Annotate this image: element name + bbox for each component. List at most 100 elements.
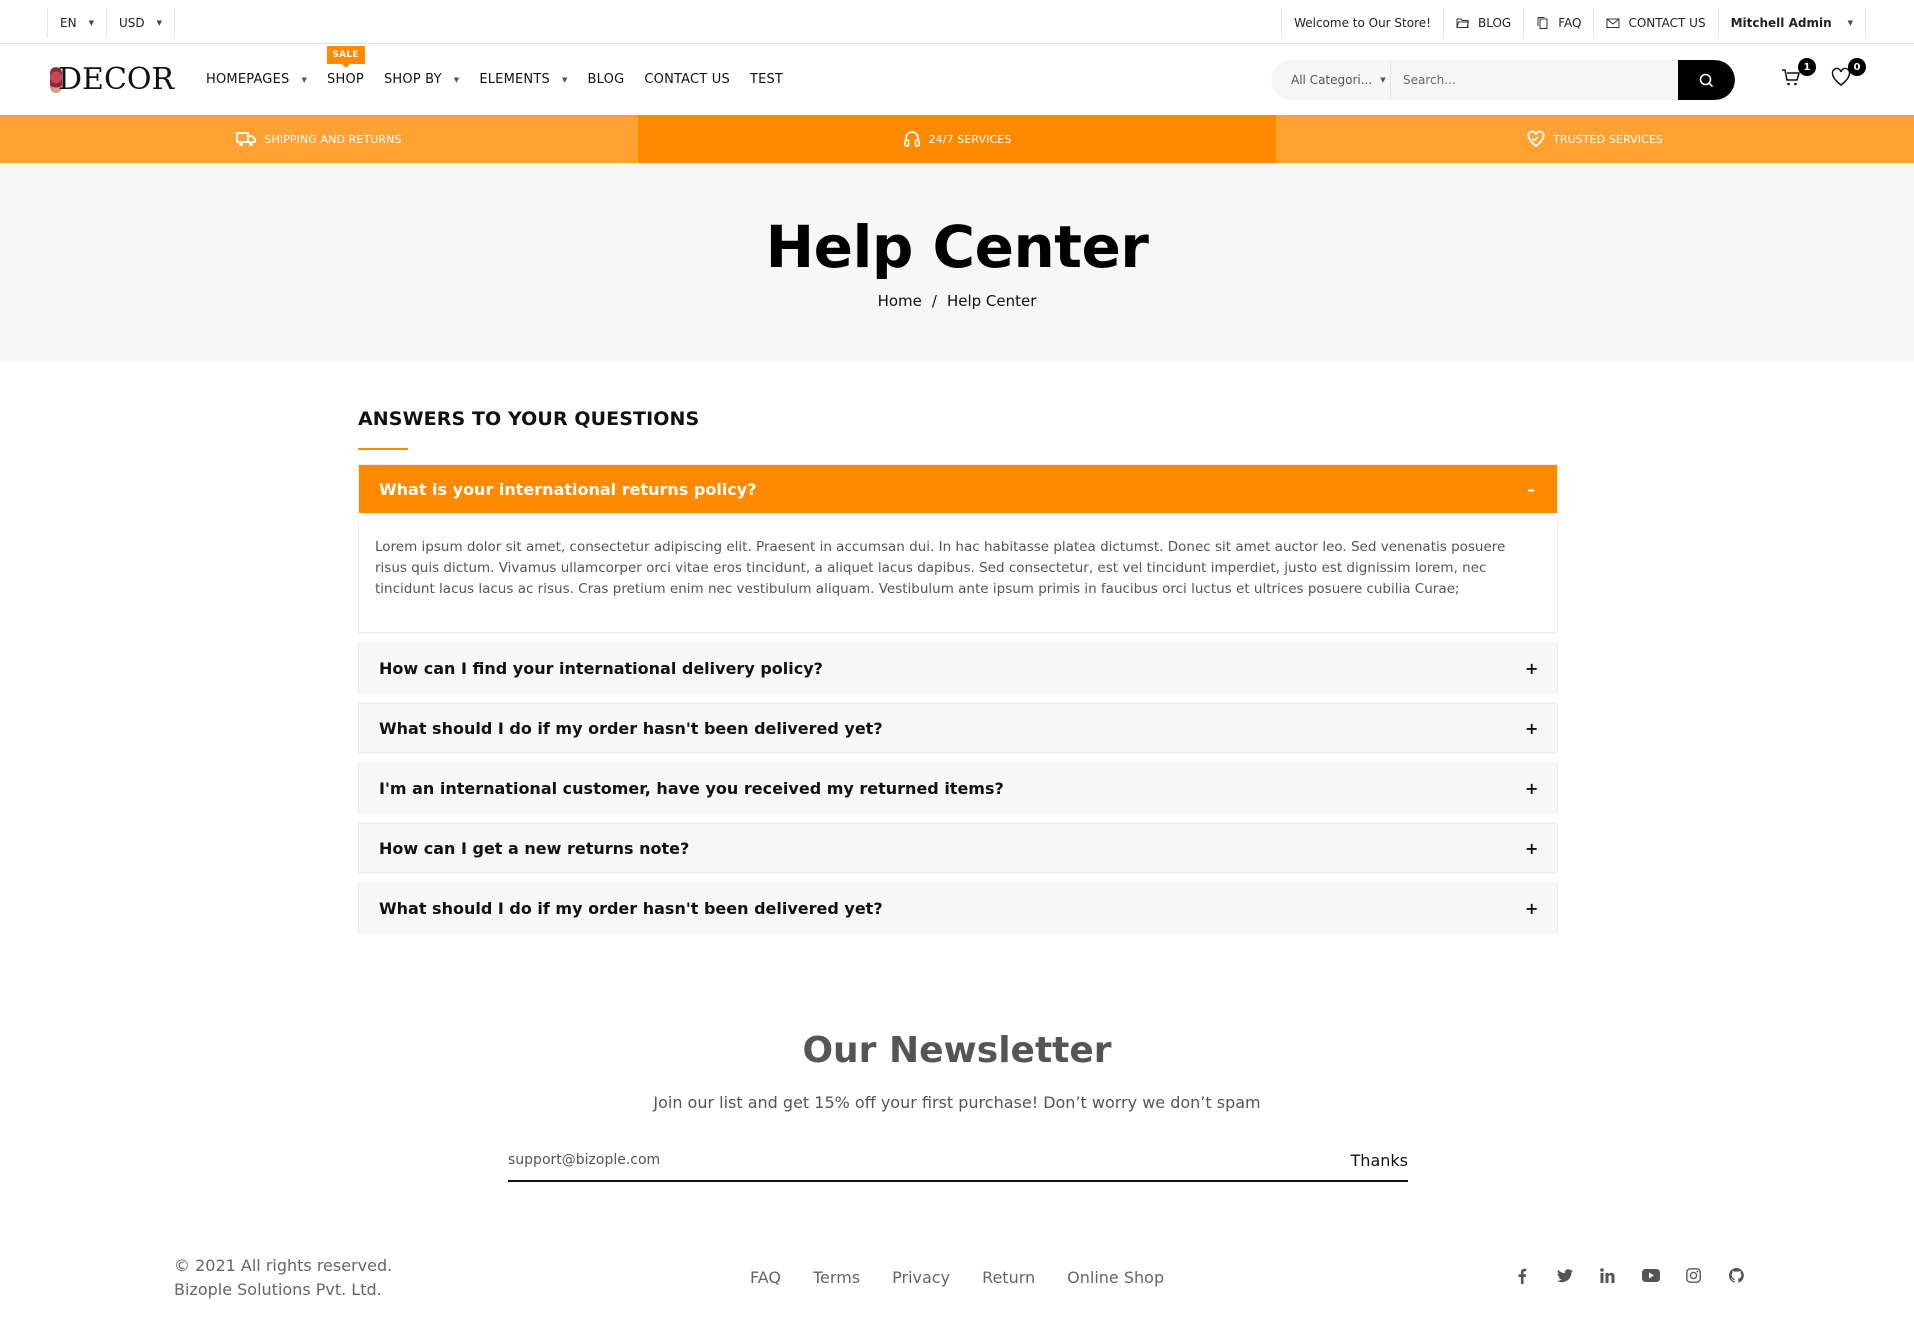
faq-item: What is your international returns polic…: [358, 464, 1558, 633]
plus-icon: +: [1525, 838, 1539, 858]
top-link-blog[interactable]: BLOG: [1442, 8, 1523, 38]
faq-heading: ANSWERS TO YOUR QUESTIONS: [358, 408, 700, 430]
search-input[interactable]: [1391, 60, 1678, 100]
page-hero: Help Center Home / Help Center: [0, 163, 1914, 362]
facebook-icon: [1518, 1268, 1526, 1284]
faq-question-header[interactable]: What should I do if my order hasn't been…: [359, 704, 1557, 752]
sale-badge: SALE: [326, 46, 365, 68]
breadcrumb-home[interactable]: Home: [878, 292, 922, 310]
page-title: Help Center: [765, 213, 1149, 281]
faq-item: What should I do if my order hasn't been…: [358, 703, 1558, 753]
faq-item: I'm an international customer, have you …: [358, 763, 1558, 813]
wishlist-count: 0: [1848, 58, 1866, 76]
faq-item: How can I find your international delive…: [358, 643, 1558, 693]
search-bar: All Categori... ▼: [1271, 60, 1735, 100]
category-select[interactable]: All Categori... ▼: [1271, 60, 1391, 100]
faq-question-header[interactable]: How can I get a new returns note? +: [359, 824, 1557, 872]
youtube-link[interactable]: [1641, 1266, 1660, 1285]
chevron-down-icon: ▼: [453, 75, 460, 84]
feature-label: SHIPPING AND RETURNS: [264, 132, 402, 146]
nav-label: ELEMENTS: [479, 72, 550, 87]
language-label: EN: [60, 16, 77, 30]
footer-link-online-shop[interactable]: Online Shop: [1067, 1268, 1164, 1287]
mail-icon: [1606, 18, 1620, 28]
chevron-down-icon: ▼: [1847, 19, 1853, 27]
welcome-text: Welcome to Our Store!: [1281, 8, 1443, 38]
search-button[interactable]: [1678, 60, 1735, 100]
wishlist-button[interactable]: 0: [1830, 58, 1866, 92]
footer-link-terms[interactable]: Terms: [813, 1268, 860, 1287]
nav-item-homepages[interactable]: HOMEPAGES ▼: [196, 44, 317, 115]
faq-question: How can I find your international delive…: [379, 658, 823, 678]
feature-label: TRUSTED SERVICES: [1553, 132, 1663, 146]
cart-button[interactable]: 1: [1780, 58, 1816, 92]
logo-text: DECOR: [58, 62, 175, 97]
copyright: © 2021 All rights reserved. Bizople Solu…: [174, 1254, 392, 1302]
github-link[interactable]: [1727, 1266, 1746, 1285]
social-links: [1512, 1266, 1746, 1285]
user-name: Mitchell Admin: [1730, 16, 1832, 30]
plus-icon: +: [1525, 658, 1539, 678]
logo[interactable]: DECOR: [50, 62, 174, 97]
faq-question: What is your international returns polic…: [379, 479, 757, 499]
nav-item-blog[interactable]: BLOG: [578, 44, 635, 115]
nav-item-shop[interactable]: SALE SHOP: [317, 44, 374, 115]
currency-selector[interactable]: USD ▼: [105, 8, 175, 38]
copy-icon: [1537, 17, 1548, 29]
footer-link-return[interactable]: Return: [982, 1268, 1035, 1287]
faq-question-header[interactable]: I'm an international customer, have you …: [359, 764, 1557, 812]
nav-item-contact-us[interactable]: CONTACT US: [634, 44, 740, 115]
newsletter-email-input[interactable]: [508, 1145, 1351, 1175]
plus-icon: +: [1525, 898, 1539, 918]
newsletter-title: Our Newsletter: [802, 1030, 1112, 1071]
truck-icon: [236, 132, 257, 146]
faq-question: What should I do if my order hasn't been…: [379, 718, 883, 738]
main-nav: HOMEPAGES ▼ SALE SHOP SHOP BY ▼ ELEMENTS…: [196, 44, 793, 115]
folder-icon: [1456, 18, 1470, 28]
feature-label: 24/7 SERVICES: [928, 132, 1012, 146]
faq-question-header[interactable]: What is your international returns polic…: [359, 465, 1557, 513]
twitter-link[interactable]: [1555, 1266, 1574, 1285]
nav-label: BLOG: [587, 72, 625, 87]
currency-label: USD: [118, 16, 145, 30]
company-name: Bizople Solutions Pvt. Ltd.: [174, 1280, 382, 1299]
nav-label: SHOP: [327, 72, 364, 87]
newsletter-submit-button[interactable]: Thanks: [1351, 1151, 1408, 1170]
newsletter-form: Thanks: [508, 1140, 1408, 1182]
heading-underline: [358, 448, 408, 450]
chevron-down-icon: ▼: [156, 19, 162, 27]
breadcrumb-current: Help Center: [946, 292, 1037, 310]
twitter-icon: [1556, 1268, 1573, 1282]
main-header: DECOR HOMEPAGES ▼ SALE SHOP SHOP BY ▼ EL…: [0, 44, 1914, 115]
linkedin-link[interactable]: [1598, 1266, 1617, 1285]
faq-item: What should I do if my order hasn't been…: [358, 883, 1558, 933]
top-link-faq[interactable]: FAQ: [1523, 8, 1593, 38]
feature-trusted: TRUSTED SERVICES: [1276, 115, 1914, 163]
language-selector[interactable]: EN ▼: [47, 8, 106, 38]
features-bar: SHIPPING AND RETURNS 24/7 SERVICES TRUST…: [0, 115, 1914, 163]
top-bar: EN ▼ USD ▼ Welcome to Our Store! BLOG FA…: [0, 0, 1914, 44]
nav-item-elements[interactable]: ELEMENTS ▼: [469, 44, 577, 115]
faq-section: ANSWERS TO YOUR QUESTIONS What is your i…: [358, 408, 1558, 943]
top-link-contact[interactable]: CONTACT US: [1593, 8, 1717, 38]
chevron-down-icon: ▼: [301, 75, 308, 84]
faq-question: What should I do if my order hasn't been…: [379, 898, 883, 918]
footer-link-privacy[interactable]: Privacy: [892, 1268, 950, 1287]
footer-links: FAQ Terms Privacy Return Online Shop: [750, 1268, 1164, 1287]
instagram-link[interactable]: [1684, 1266, 1703, 1285]
search-icon: [1699, 73, 1714, 87]
facebook-link[interactable]: [1512, 1266, 1531, 1285]
chevron-down-icon: ▼: [1380, 76, 1386, 84]
nav-item-shop-by[interactable]: SHOP BY ▼: [374, 44, 469, 115]
user-menu[interactable]: Mitchell Admin ▼: [1717, 8, 1866, 38]
faq-question-header[interactable]: What should I do if my order hasn't been…: [359, 884, 1557, 932]
footer-link-faq[interactable]: FAQ: [750, 1268, 781, 1287]
feature-services: 24/7 SERVICES: [638, 115, 1276, 163]
breadcrumb-separator: /: [931, 292, 937, 310]
faq-question-header[interactable]: How can I find your international delive…: [359, 644, 1557, 692]
faq-question: How can I get a new returns note?: [379, 838, 690, 858]
nav-item-test[interactable]: TEST: [740, 44, 793, 115]
faq-answer: Lorem ipsum dolor sit amet, consectetur …: [359, 513, 1557, 632]
breadcrumb: Home / Help Center: [0, 292, 1914, 310]
linkedin-icon: [1600, 1268, 1615, 1283]
